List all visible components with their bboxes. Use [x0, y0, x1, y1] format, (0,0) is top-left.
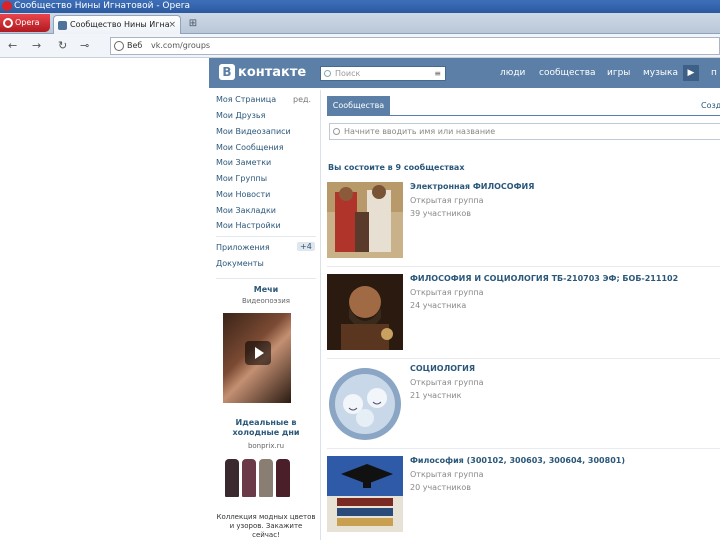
sidebar-item-apps[interactable]: Приложения — [216, 243, 270, 252]
address-bar[interactable]: Веб vk.com/groups — [110, 37, 720, 55]
vk-logo-text: контакте — [238, 65, 307, 80]
group-avatar[interactable] — [327, 364, 403, 440]
search-icon — [333, 128, 340, 135]
nav-link-overflow[interactable]: п — [711, 58, 717, 88]
key-icon[interactable]: ⊸ — [80, 38, 89, 54]
globe-icon — [114, 41, 124, 51]
sidebar-divider — [216, 278, 316, 279]
opera-menu-button[interactable]: Opera — [0, 14, 50, 32]
vk-logo[interactable]: Вконтакте — [219, 64, 306, 82]
vk-search-placeholder: Поиск — [335, 69, 361, 78]
list-item-group: СОЦИОЛОГИЯ Открытая группа 21 участник — [327, 364, 720, 449]
coat-icon — [276, 459, 290, 497]
ad-video-thumbnail[interactable] — [223, 313, 291, 403]
nav-link-communities[interactable]: сообщества — [539, 58, 596, 88]
address-url[interactable]: vk.com/groups — [151, 38, 210, 54]
vk-logo-badge: В — [219, 64, 235, 80]
vk-header: Вконтакте Поиск ≡ люди сообщества игры м… — [209, 58, 720, 88]
group-members: 24 участника — [410, 301, 467, 310]
tab-bar: Opera Сообщество Нины Игна × ⊞ — [0, 13, 720, 34]
tab-communities[interactable]: Сообщества — [327, 96, 390, 115]
ad-video-title[interactable]: Мечи — [216, 285, 316, 294]
group-name[interactable]: Электронная ФИЛОСОФИЯ — [410, 182, 534, 191]
list-separator — [327, 358, 720, 359]
list-separator — [327, 448, 720, 449]
group-members: 39 участников — [410, 209, 472, 218]
community-search-input[interactable]: Начните вводить имя или название — [329, 123, 720, 140]
apps-count-badge[interactable]: +4 — [297, 242, 315, 251]
nav-link-music[interactable]: музыка — [643, 58, 678, 88]
ad-video-subtitle: Видеопоэзия — [242, 297, 290, 305]
sidebar-item-videos[interactable]: Мои Видеозаписи — [216, 127, 291, 136]
group-type: Открытая группа — [410, 470, 484, 479]
sidebar-item-settings[interactable]: Мои Настройки — [216, 221, 281, 230]
list-item-group: Философия (300102, 300603, 300604, 30080… — [327, 456, 720, 536]
group-name[interactable]: СОЦИОЛОГИЯ — [410, 364, 475, 373]
group-type: Открытая группа — [410, 288, 484, 297]
ad-clothing-image[interactable] — [223, 457, 291, 499]
sidebar-item-notes[interactable]: Мои Заметки — [216, 158, 271, 167]
group-avatar[interactable] — [327, 182, 403, 258]
sidebar-item-groups[interactable]: Мои Группы — [216, 174, 267, 183]
sidebar-item-my-page[interactable]: Моя Страница — [216, 95, 276, 104]
opera-logo-icon — [3, 18, 13, 28]
play-icon[interactable] — [245, 341, 271, 365]
search-options-icon[interactable]: ≡ — [434, 67, 441, 80]
group-type: Открытая группа — [410, 378, 484, 387]
vk-favicon-icon — [58, 21, 67, 30]
group-name[interactable]: Философия (300102, 300603, 300604, 30080… — [410, 456, 625, 465]
group-type: Открытая группа — [410, 196, 484, 205]
address-prefix: Веб — [127, 41, 143, 50]
sidebar-item-friends[interactable]: Мои Друзья — [216, 111, 265, 120]
sidebar-item-bookmarks[interactable]: Мои Закладки — [216, 206, 276, 215]
tab-underline — [327, 115, 720, 116]
coat-icon — [242, 459, 256, 497]
list-item-group: ФИЛОСОФИЯ И СОЦИОЛОГИЯ ТБ-210703 ЭФ; БОБ… — [327, 274, 720, 359]
close-tab-icon[interactable]: × — [168, 16, 176, 34]
group-members: 20 участников — [410, 483, 472, 492]
list-item-group: Электронная ФИЛОСОФИЯ Открытая группа 39… — [327, 182, 720, 267]
sidebar-item-documents[interactable]: Документы — [216, 259, 264, 268]
coat-icon — [225, 459, 239, 497]
opera-icon — [2, 1, 12, 11]
navigation-bar: ← → ↻ ⊸ Веб vk.com/groups — [0, 34, 720, 58]
sidebar-item-news[interactable]: Мои Новости — [216, 190, 270, 199]
group-avatar[interactable] — [327, 274, 403, 350]
nav-link-games[interactable]: игры — [607, 58, 630, 88]
ad-clothing-text[interactable]: Коллекция модных цветов и узоров. Закажи… — [216, 513, 316, 540]
main-content: Сообщества Созда Начните вводить имя или… — [320, 90, 720, 540]
nav-link-people[interactable]: люди — [500, 58, 525, 88]
create-community-link[interactable]: Созда — [701, 96, 720, 115]
tab-title: Сообщество Нины Игна — [70, 20, 170, 29]
search-icon — [324, 70, 331, 77]
new-tab-icon[interactable]: ⊞ — [186, 17, 200, 31]
opera-menu-label: Opera — [15, 18, 40, 27]
group-avatar[interactable] — [327, 456, 403, 532]
forward-icon[interactable]: → — [32, 38, 41, 54]
ad-clothing-domain[interactable]: bonprix.ru — [216, 442, 316, 450]
coat-icon — [259, 459, 273, 497]
sidebar-item-messages[interactable]: Мои Сообщения — [216, 143, 284, 152]
browser-tab-active[interactable]: Сообщество Нины Игна × — [53, 15, 181, 34]
ad-clothing-title[interactable]: Идеальные в холодные дни — [216, 418, 316, 438]
group-members: 21 участник — [410, 391, 462, 400]
back-icon[interactable]: ← — [8, 38, 17, 54]
sidebar-divider — [216, 236, 316, 237]
edit-link[interactable]: ред. — [293, 95, 311, 104]
community-search-placeholder: Начните вводить имя или название — [344, 127, 496, 136]
reload-icon[interactable]: ↻ — [58, 38, 67, 54]
window-title: Сообщество Нины Игнатовой - Opera — [14, 1, 190, 11]
group-name[interactable]: ФИЛОСОФИЯ И СОЦИОЛОГИЯ ТБ-210703 ЭФ; БОБ… — [410, 274, 678, 283]
nav-more-arrow-icon[interactable]: ▶ — [683, 65, 699, 81]
vk-search-input[interactable]: Поиск ≡ — [320, 66, 446, 81]
communities-count: Вы состоите в 9 сообществах — [328, 163, 465, 172]
window-title-bar: Сообщество Нины Игнатовой - Opera — [0, 0, 720, 13]
list-separator — [327, 266, 720, 267]
